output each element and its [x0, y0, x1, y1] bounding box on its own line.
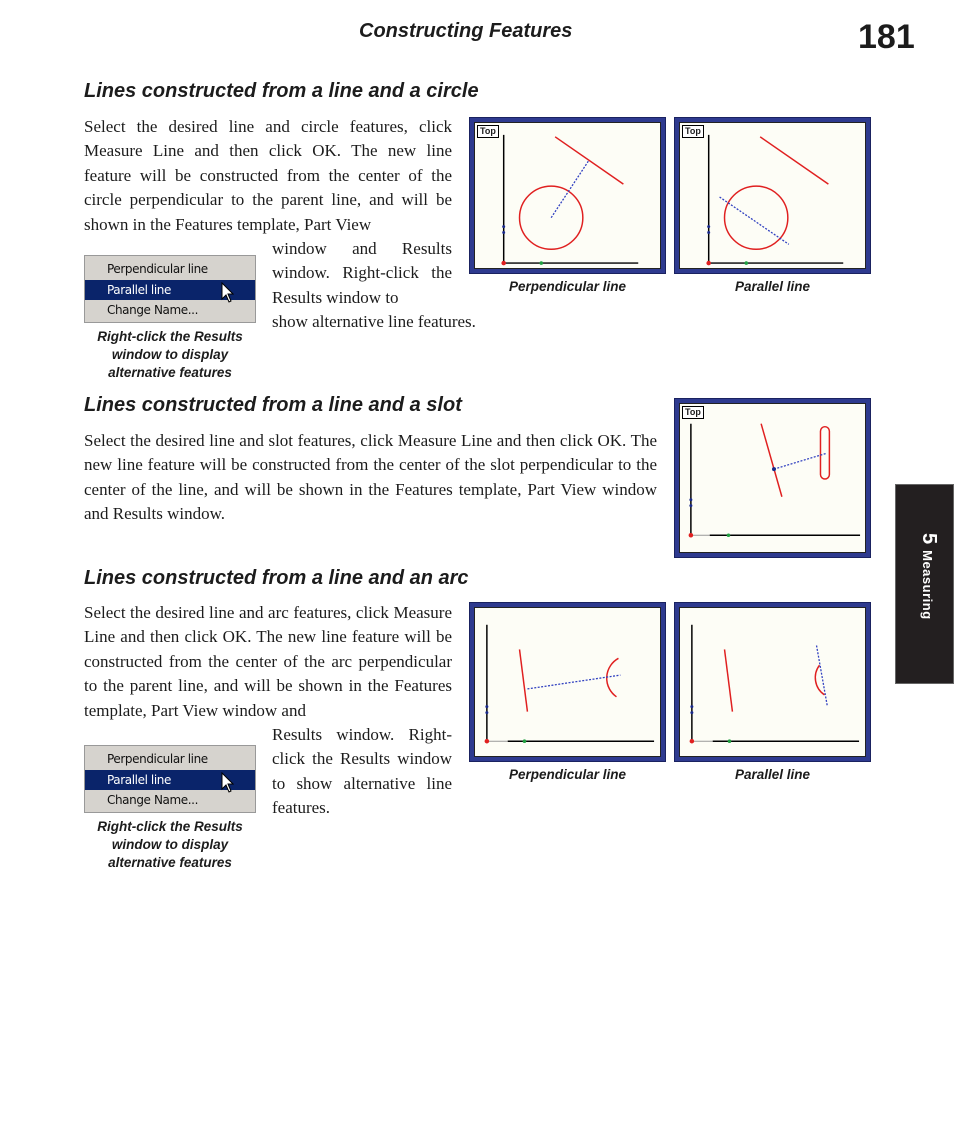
constructed-line: [773, 452, 827, 470]
origin-point: [706, 260, 711, 266]
x-axis-marker: [539, 261, 544, 265]
origin-point: [484, 738, 490, 744]
circle-feature: [723, 185, 789, 250]
menu-item-parallel[interactable]: Parallel line: [85, 769, 255, 793]
x-axis-marker: [726, 533, 731, 538]
y-axis-marker: [689, 504, 693, 508]
parent-line: [518, 649, 529, 712]
intersection-point: [772, 467, 776, 472]
menu-item-label: Parallel line: [107, 772, 171, 787]
caption-line: window to display: [111, 347, 229, 362]
caption-line: alternative features: [108, 365, 232, 380]
menu-item-perpendicular[interactable]: Perpendicular line: [85, 259, 255, 280]
running-title: Constructing Features: [359, 20, 573, 42]
y-axis-marker: [707, 225, 711, 229]
part-view-drawing: [501, 134, 639, 266]
page-number: 181: [858, 18, 915, 56]
parent-line: [723, 649, 734, 712]
view-label: Top: [682, 406, 704, 419]
view-label: Top: [682, 125, 704, 138]
parent-line: [759, 136, 829, 185]
y-axis-marker: [485, 705, 489, 709]
part-view-perpendicular-arc: [469, 602, 666, 762]
constructed-line: [719, 196, 790, 245]
section-body-arc-side: Results window. Right-click the Results …: [272, 725, 452, 818]
caption-line: Right-click the Results: [97, 329, 243, 344]
part-view-parallel-arc: [674, 602, 871, 762]
origin-point: [689, 738, 695, 744]
part-view-drawing: [706, 134, 844, 266]
figure-caption: Perpendicular line: [508, 279, 627, 294]
arc-feature: [606, 657, 619, 698]
section-body-circle: Select the desired line and circle featu…: [84, 117, 452, 234]
parent-line: [760, 423, 783, 497]
section-heading-slot: Lines constructed from a line and a slot: [84, 394, 462, 416]
section-heading-circle: Lines constructed from a line and a circ…: [84, 80, 479, 102]
section-body-circle-side: window and Results window. Right-click t…: [272, 239, 452, 307]
figure-caption: Parallel line: [734, 279, 811, 294]
slot-feature: [819, 425, 831, 480]
parent-line: [554, 136, 624, 185]
constructed-line: [550, 160, 590, 219]
part-view-slot: Top: [674, 398, 871, 558]
chapter-number: 5: [918, 533, 940, 545]
figure-caption: Parallel line: [734, 767, 811, 782]
x-axis-marker: [522, 739, 527, 743]
x-axis-marker: [727, 739, 732, 743]
part-view-drawing: [484, 624, 655, 744]
caption-line: window to display: [111, 837, 229, 852]
menu-item-label: Parallel line: [107, 282, 171, 297]
y-axis-marker: [485, 711, 489, 715]
view-label: Top: [477, 125, 499, 138]
y-axis-marker: [690, 711, 694, 715]
y-axis-marker: [502, 231, 506, 234]
part-view-drawing: [689, 624, 860, 744]
x-axis-marker: [744, 261, 749, 265]
menu-caption: Right-click the Results window to displa…: [84, 328, 256, 382]
section-body-arc: Select the desired line and arc features…: [84, 603, 452, 720]
constructed-line: [815, 645, 829, 707]
part-view-perpendicular-circle: Top: [469, 117, 666, 274]
context-menu: Perpendicular line Parallel line Change …: [84, 255, 256, 323]
menu-item-perpendicular[interactable]: Perpendicular line: [85, 749, 255, 770]
menu-caption: Right-click the Results window to displa…: [84, 818, 256, 872]
y-axis-marker: [690, 705, 694, 709]
y-axis-marker: [707, 231, 711, 234]
part-view-drawing: [688, 423, 861, 538]
origin-point: [688, 532, 694, 538]
caption-line: Right-click the Results: [97, 819, 243, 834]
context-menu: Perpendicular line Parallel line Change …: [84, 745, 256, 813]
menu-item-parallel[interactable]: Parallel line: [85, 279, 255, 303]
section-body-slot: Select the desired line and slot feature…: [84, 431, 657, 524]
figure-caption: Perpendicular line: [508, 767, 627, 782]
menu-item-change-name[interactable]: Change Name...: [85, 300, 255, 321]
section-body-circle-last: show alternative line features.: [272, 312, 476, 331]
y-axis-marker: [502, 225, 506, 229]
chapter-tab-text: 5 Measuring: [917, 533, 940, 620]
y-axis-marker: [689, 498, 693, 502]
origin-point: [501, 260, 506, 266]
menu-item-change-name[interactable]: Change Name...: [85, 790, 255, 811]
chapter-tab[interactable]: 5 Measuring: [895, 484, 954, 684]
part-view-parallel-circle: Top: [674, 117, 871, 274]
section-heading-arc: Lines constructed from a line and an arc: [84, 567, 469, 589]
chapter-label: Measuring: [920, 550, 935, 620]
caption-line: alternative features: [108, 855, 232, 870]
